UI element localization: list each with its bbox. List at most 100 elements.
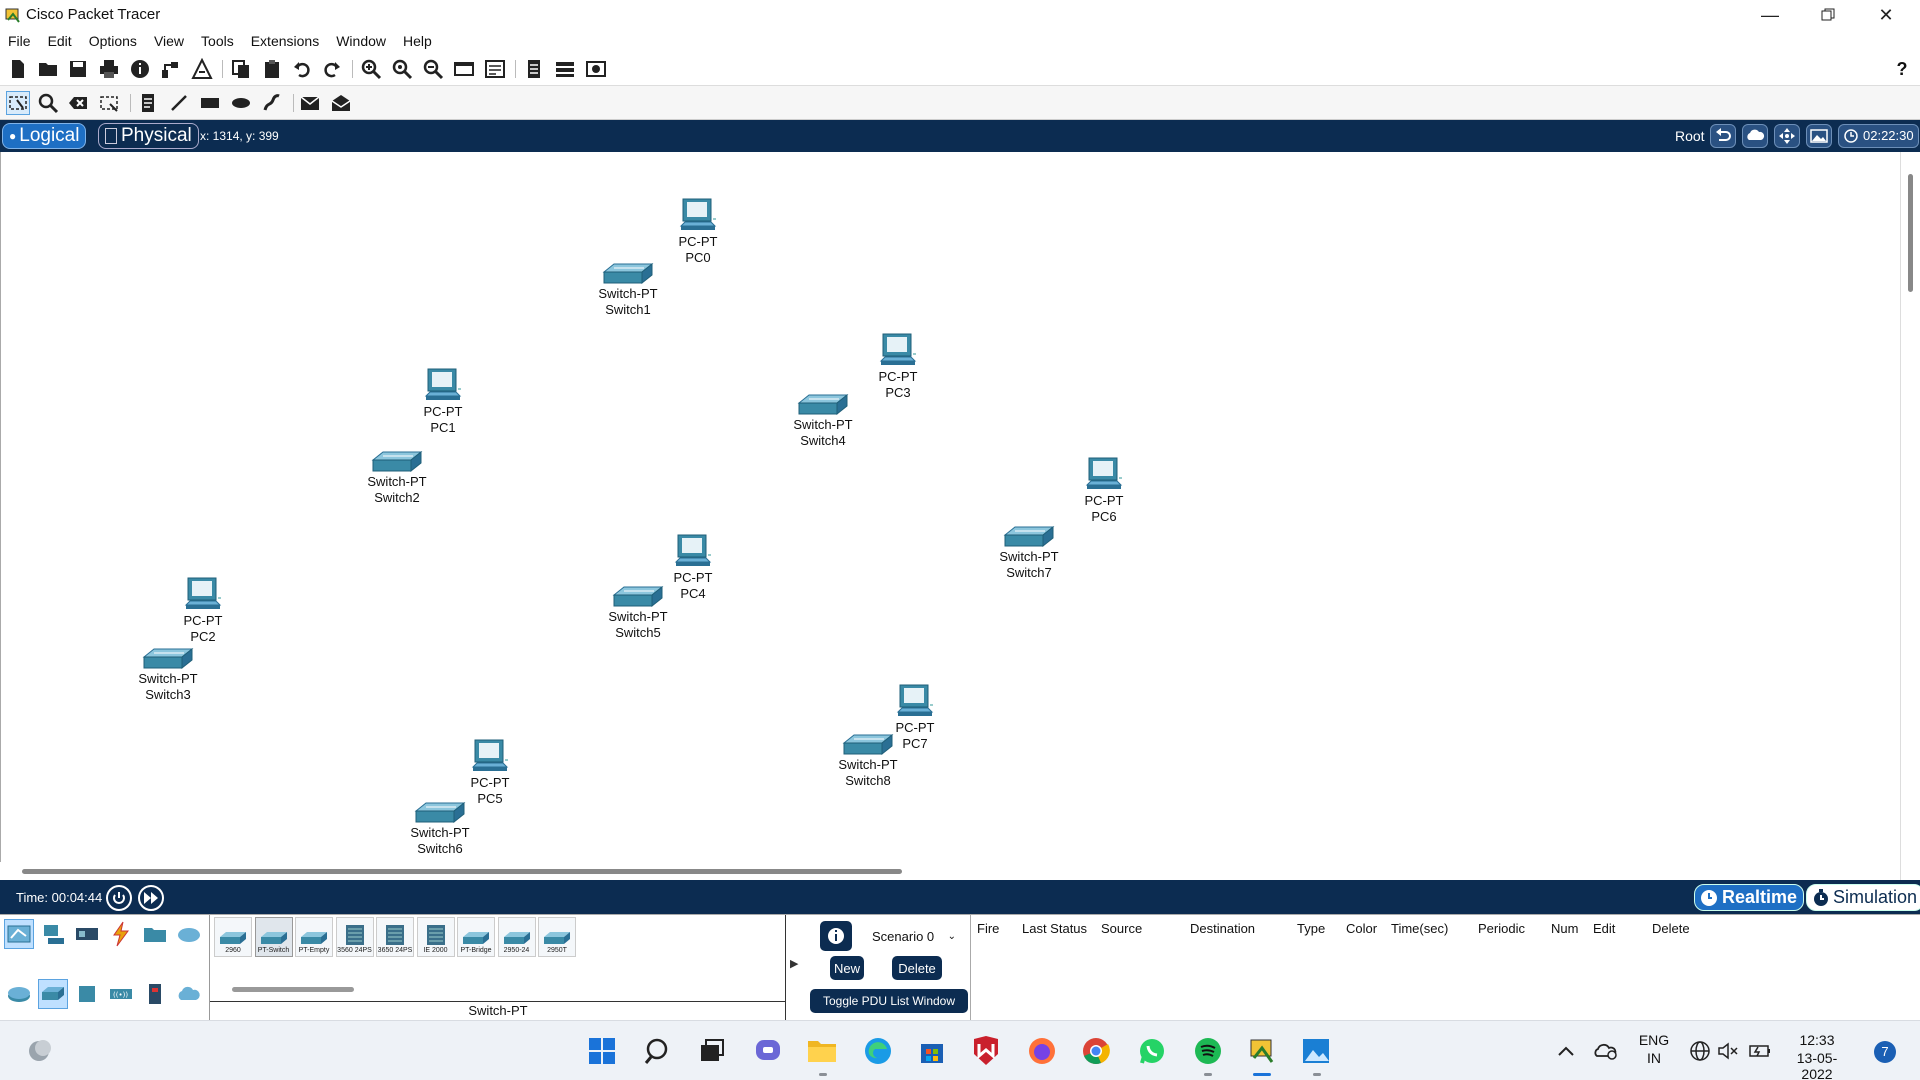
device-model-tile[interactable]: PT-Switch [254,917,293,957]
device-model-tile[interactable]: 3650 24PS [376,917,414,957]
routers-subcategory-icon[interactable] [4,979,34,1009]
edge-browser-icon[interactable] [860,1033,896,1069]
mcafee-icon[interactable] [968,1033,1004,1069]
wireless-subcategory-icon[interactable]: ((•)) [106,979,136,1009]
tab-logical[interactable]: ● Logical [2,123,87,149]
network-info-icon[interactable] [158,57,182,81]
horizontal-scrollbar[interactable] [0,862,1900,880]
restore-button[interactable] [1800,0,1856,30]
pc-device[interactable]: PC-PT PC1 [393,368,493,436]
taskbar-clock-time[interactable]: 12:33 [1782,1032,1852,1048]
firefox-icon[interactable] [1024,1033,1060,1069]
freeform-tool-icon[interactable] [260,91,284,115]
rectangle-tool-icon[interactable] [198,91,222,115]
pc-device[interactable]: PC-PT PC6 [1054,457,1154,525]
delete-tool-icon[interactable] [66,91,90,115]
logical-workspace-canvas[interactable]: PC-PT PC0 Switch-PT Switch1 PC-PT PC3 Switch-P… [0,152,1900,862]
switch-device[interactable]: Switch-PT Switch4 [773,393,873,449]
battery-icon[interactable] [1742,1033,1778,1069]
task-view-icon[interactable] [694,1033,730,1069]
select-tool-icon[interactable] [6,91,30,115]
pdu-list-icon[interactable] [553,57,577,81]
info-icon[interactable] [128,57,152,81]
pc-device[interactable]: PC-PT PC5 [440,739,540,807]
menu-edit[interactable]: Edit [48,33,72,49]
menu-extensions[interactable]: Extensions [251,33,319,49]
realtime-mode-button[interactable]: Realtime [1694,884,1805,911]
new-file-icon[interactable] [6,57,30,81]
switch-device[interactable]: Switch-PT Switch1 [578,262,678,318]
activity-wizard-icon[interactable] [190,57,214,81]
fast-forward-time-button[interactable] [138,885,164,911]
language-indicator-bottom[interactable]: IN [1636,1050,1672,1066]
show-hidden-icons-chevron-icon[interactable] [1548,1033,1584,1069]
switch-device[interactable]: Switch-PT Switch6 [390,801,490,857]
menu-tools[interactable]: Tools [201,33,234,49]
whatsapp-icon[interactable] [1134,1033,1170,1069]
add-complex-pdu-icon[interactable] [329,91,353,115]
chrome-icon[interactable] [1078,1033,1114,1069]
new-cluster-icon[interactable] [1742,124,1768,148]
device-model-tile[interactable]: 3560 24PS [335,917,374,957]
spotify-icon[interactable] [1190,1033,1226,1069]
switches-subcategory-icon[interactable] [38,979,68,1009]
zoom-in-icon[interactable] [359,57,383,81]
scenario-info-button[interactable] [820,921,852,951]
copy-icon[interactable] [229,57,253,81]
custom-devices-icon[interactable] [483,57,507,81]
wan-emulation-subcategory-icon[interactable] [174,979,204,1009]
document-icon[interactable] [522,57,546,81]
notification-badge[interactable]: 7 [1874,1041,1896,1063]
language-indicator-top[interactable]: ENG [1636,1032,1672,1048]
switch-device[interactable]: Switch-PT Switch7 [979,525,1079,581]
vertical-scrollbar[interactable] [1900,152,1920,880]
switch-device[interactable]: Switch-PT Switch5 [588,585,688,641]
switch-device[interactable]: Switch-PT Switch8 [818,733,918,789]
collapse-panel-arrow-icon[interactable]: ▶ [790,957,798,970]
photos-icon[interactable] [1298,1033,1334,1069]
menu-window[interactable]: Window [336,33,386,49]
volume-muted-icon[interactable] [1710,1033,1746,1069]
screenshot-icon[interactable] [584,57,608,81]
packet-tracer-taskbar-icon[interactable] [1244,1033,1280,1069]
inspect-tool-icon[interactable] [36,91,60,115]
pc-device[interactable]: PC-PT PC0 [648,198,748,266]
tab-physical[interactable]: Physical [98,123,199,149]
switch-device[interactable]: Switch-PT Switch3 [118,647,218,703]
pc-device[interactable]: PC-PT PC2 [153,577,253,645]
simulation-mode-button[interactable]: Simulation [1806,884,1920,911]
miscellaneous-category-icon[interactable] [140,919,170,949]
power-cycle-devices-button[interactable] [106,885,132,911]
file-explorer-icon[interactable] [804,1033,840,1069]
back-icon[interactable] [1710,124,1736,148]
add-simple-pdu-icon[interactable] [298,91,322,115]
redo-icon[interactable] [320,57,344,81]
microsoft-store-icon[interactable] [914,1033,950,1069]
search-icon[interactable] [640,1033,676,1069]
security-subcategory-icon[interactable] [140,979,170,1009]
close-button[interactable]: ✕ [1858,0,1914,30]
components-category-icon[interactable] [72,919,102,949]
print-icon[interactable] [97,57,121,81]
toggle-pdu-list-button[interactable]: Toggle PDU List Window [810,989,968,1013]
new-scenario-button[interactable]: New [830,956,864,980]
hubs-subcategory-icon[interactable] [72,979,102,1009]
menu-view[interactable]: View [154,33,184,49]
paste-icon[interactable] [260,57,284,81]
end-devices-category-icon[interactable] [38,919,68,949]
menu-help[interactable]: Help [403,33,432,49]
help-icon[interactable]: ? [1890,57,1914,81]
teams-chat-icon[interactable] [750,1033,786,1069]
device-model-tile[interactable]: 2950-24 [497,917,536,957]
set-background-icon[interactable] [1806,124,1832,148]
note-tool-icon[interactable] [136,91,160,115]
pc-device[interactable]: PC-PT PC3 [848,333,948,401]
device-model-tile[interactable]: 2960 [214,917,252,957]
connections-category-icon[interactable] [106,919,136,949]
device-model-tile[interactable]: PT-Empty [295,917,333,957]
switch-device[interactable]: Switch-PT Switch2 [347,450,447,506]
taskbar-clock-date[interactable]: 13-05-2022 [1782,1050,1852,1080]
start-menu-icon[interactable] [584,1033,620,1069]
device-list-scrollbar[interactable] [232,987,354,992]
device-model-tile[interactable]: PT-Bridge [457,917,495,957]
